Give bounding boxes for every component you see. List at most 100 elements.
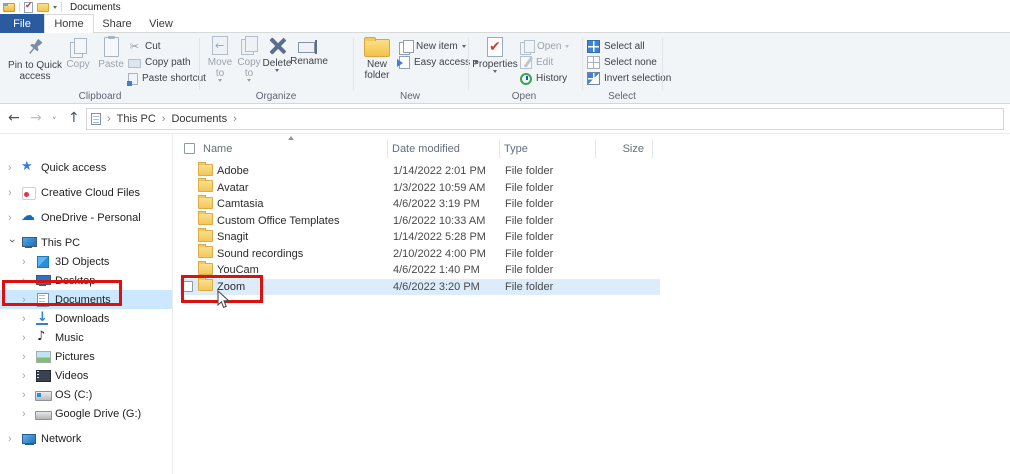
- select-all-checkbox[interactable]: [184, 143, 195, 154]
- column-header-date-modified[interactable]: Date modified: [388, 139, 500, 158]
- chevron-right-icon[interactable]: [22, 257, 30, 267]
- tab-share[interactable]: Share: [94, 14, 140, 33]
- group-divider: [199, 38, 200, 90]
- column-header-size[interactable]: Size: [596, 139, 653, 158]
- file-date-modified: 1/14/2022 2:01 PM: [393, 165, 505, 177]
- new-item-icon: [399, 40, 412, 53]
- tab-view[interactable]: View: [140, 14, 182, 33]
- recent-locations-caret-icon[interactable]: ˅: [52, 112, 57, 132]
- chevron-right-icon[interactable]: [8, 188, 16, 198]
- edit-button[interactable]: Edit: [520, 55, 569, 70]
- new-item-button[interactable]: New item: [399, 39, 478, 54]
- sidebar-item-onedrive-personal[interactable]: OneDrive - Personal: [0, 208, 172, 227]
- select-all-button[interactable]: Select all: [587, 39, 671, 54]
- copy-path-button[interactable]: Copy path: [128, 55, 206, 70]
- column-header-type[interactable]: Type: [500, 139, 596, 158]
- file-name: Snagit: [217, 231, 393, 243]
- pin-to-quick-access-button[interactable]: Pin to Quick access: [8, 36, 62, 82]
- videos-icon: [35, 369, 50, 382]
- select-all-icon: [587, 40, 600, 53]
- chevron-down-icon[interactable]: [7, 239, 17, 247]
- chevron-right-icon[interactable]: [22, 371, 30, 381]
- sidebar-item-label: Pictures: [55, 351, 95, 363]
- file-row-camtasia[interactable]: Camtasia4/6/2022 3:19 PMFile folder: [180, 196, 660, 213]
- copy-to-button[interactable]: Copy to: [234, 36, 264, 82]
- chevron-right-icon[interactable]: [8, 163, 16, 173]
- sidebar-item-creative-cloud-files[interactable]: Creative Cloud Files: [0, 183, 172, 202]
- tab-file[interactable]: File: [0, 14, 44, 33]
- quick-access-new-folder-icon[interactable]: [37, 3, 49, 12]
- folder-icon: [198, 230, 213, 242]
- new-folder-icon: [364, 39, 390, 57]
- customize-quick-access-toolbar-icon[interactable]: [53, 6, 57, 9]
- copy-button[interactable]: Copy: [63, 36, 93, 70]
- easy-access-icon: [399, 56, 410, 69]
- sidebar-item-label: Music: [55, 332, 84, 344]
- chevron-right-icon[interactable]: [22, 390, 30, 400]
- file-row-snagit[interactable]: Snagit1/14/2022 5:28 PMFile folder: [180, 229, 660, 246]
- file-name: Custom Office Templates: [217, 215, 393, 227]
- back-button[interactable]: ←: [8, 108, 20, 128]
- paste-shortcut-icon: [128, 73, 138, 85]
- paste-button[interactable]: Paste: [94, 36, 128, 70]
- chevron-right-icon[interactable]: [8, 434, 16, 444]
- group-label-clipboard: Clipboard: [55, 91, 145, 102]
- tab-home[interactable]: Home: [44, 14, 94, 34]
- sidebar-item-downloads[interactable]: Downloads: [0, 309, 172, 328]
- chevron-right-icon[interactable]: [22, 409, 30, 419]
- file-row-custom-office-templates[interactable]: Custom Office Templates1/6/2022 10:33 AM…: [180, 213, 660, 230]
- file-row-adobe[interactable]: Adobe1/14/2022 2:01 PMFile folder: [180, 163, 660, 180]
- sidebar-item-3d-objects[interactable]: 3D Objects: [0, 252, 172, 271]
- pushpin-icon: [24, 36, 46, 58]
- sidebar-item-music[interactable]: Music: [0, 328, 172, 347]
- sidebar-item-label: OS (C:): [55, 389, 92, 401]
- chevron-right-icon[interactable]: [22, 333, 30, 343]
- invert-selection-button[interactable]: Invert selection: [587, 71, 671, 86]
- breadcrumb-this-pc[interactable]: This PC: [117, 113, 156, 125]
- chevron-right-icon[interactable]: [22, 314, 30, 324]
- quick-access-properties-icon[interactable]: [24, 2, 33, 13]
- sidebar-item-google-drive-g[interactable]: Google Drive (G:): [0, 404, 172, 423]
- address-bar[interactable]: › This PC › Documents ›: [86, 108, 1004, 130]
- sidebar-item-quick-access[interactable]: Quick access: [0, 158, 172, 177]
- forward-button[interactable]: →: [30, 108, 42, 128]
- up-button[interactable]: ↑: [68, 108, 80, 128]
- new-folder-button[interactable]: New folder: [357, 36, 397, 81]
- sidebar-item-videos[interactable]: Videos: [0, 366, 172, 385]
- sidebar-item-pictures[interactable]: Pictures: [0, 347, 172, 366]
- button-label: New item: [416, 41, 458, 52]
- chevron-right-icon[interactable]: [22, 352, 30, 362]
- file-type: File folder: [505, 182, 601, 194]
- open-button[interactable]: Open: [520, 39, 569, 54]
- file-name: Sound recordings: [217, 248, 393, 260]
- rename-button[interactable]: Rename: [289, 36, 329, 67]
- properties-button[interactable]: Properties: [473, 36, 517, 73]
- this-pc-icon: [21, 236, 36, 249]
- easy-access-button[interactable]: Easy access: [399, 55, 478, 70]
- window-title: Documents: [70, 2, 121, 13]
- sidebar-item-this-pc[interactable]: This PC: [0, 233, 172, 252]
- history-button[interactable]: History: [520, 71, 569, 86]
- folder-icon: [198, 213, 213, 225]
- file-icon-zone: [198, 164, 217, 179]
- breadcrumb-documents[interactable]: Documents: [171, 113, 227, 125]
- group-divider: [582, 38, 583, 90]
- column-header-name[interactable]: Name: [180, 139, 388, 158]
- button-label: Easy access: [414, 57, 470, 68]
- file-row-sound-recordings[interactable]: Sound recordings2/10/2022 4:00 PMFile fo…: [180, 246, 660, 263]
- file-row-avatar[interactable]: Avatar1/3/2022 10:59 AMFile folder: [180, 180, 660, 197]
- paste-icon: [104, 37, 119, 57]
- select-none-button[interactable]: Select none: [587, 55, 671, 70]
- chevron-right-icon[interactable]: [8, 213, 16, 223]
- file-date-modified: 4/6/2022 3:19 PM: [393, 198, 505, 210]
- dropdown-caret-icon: [462, 45, 466, 48]
- file-date-modified: 4/6/2022 1:40 PM: [393, 264, 505, 276]
- sidebar-item-os-c[interactable]: OS (C:): [0, 385, 172, 404]
- file-name: Avatar: [217, 182, 393, 194]
- button-label: Properties: [472, 59, 518, 70]
- move-to-button[interactable]: Move to: [205, 36, 235, 82]
- paste-shortcut-button[interactable]: Paste shortcut: [128, 71, 206, 86]
- sidebar-item-network[interactable]: Network: [0, 429, 172, 448]
- file-explorer-window: Documents File Home Share View Pin to Qu…: [0, 0, 1010, 474]
- cut-button[interactable]: Cut: [128, 39, 206, 54]
